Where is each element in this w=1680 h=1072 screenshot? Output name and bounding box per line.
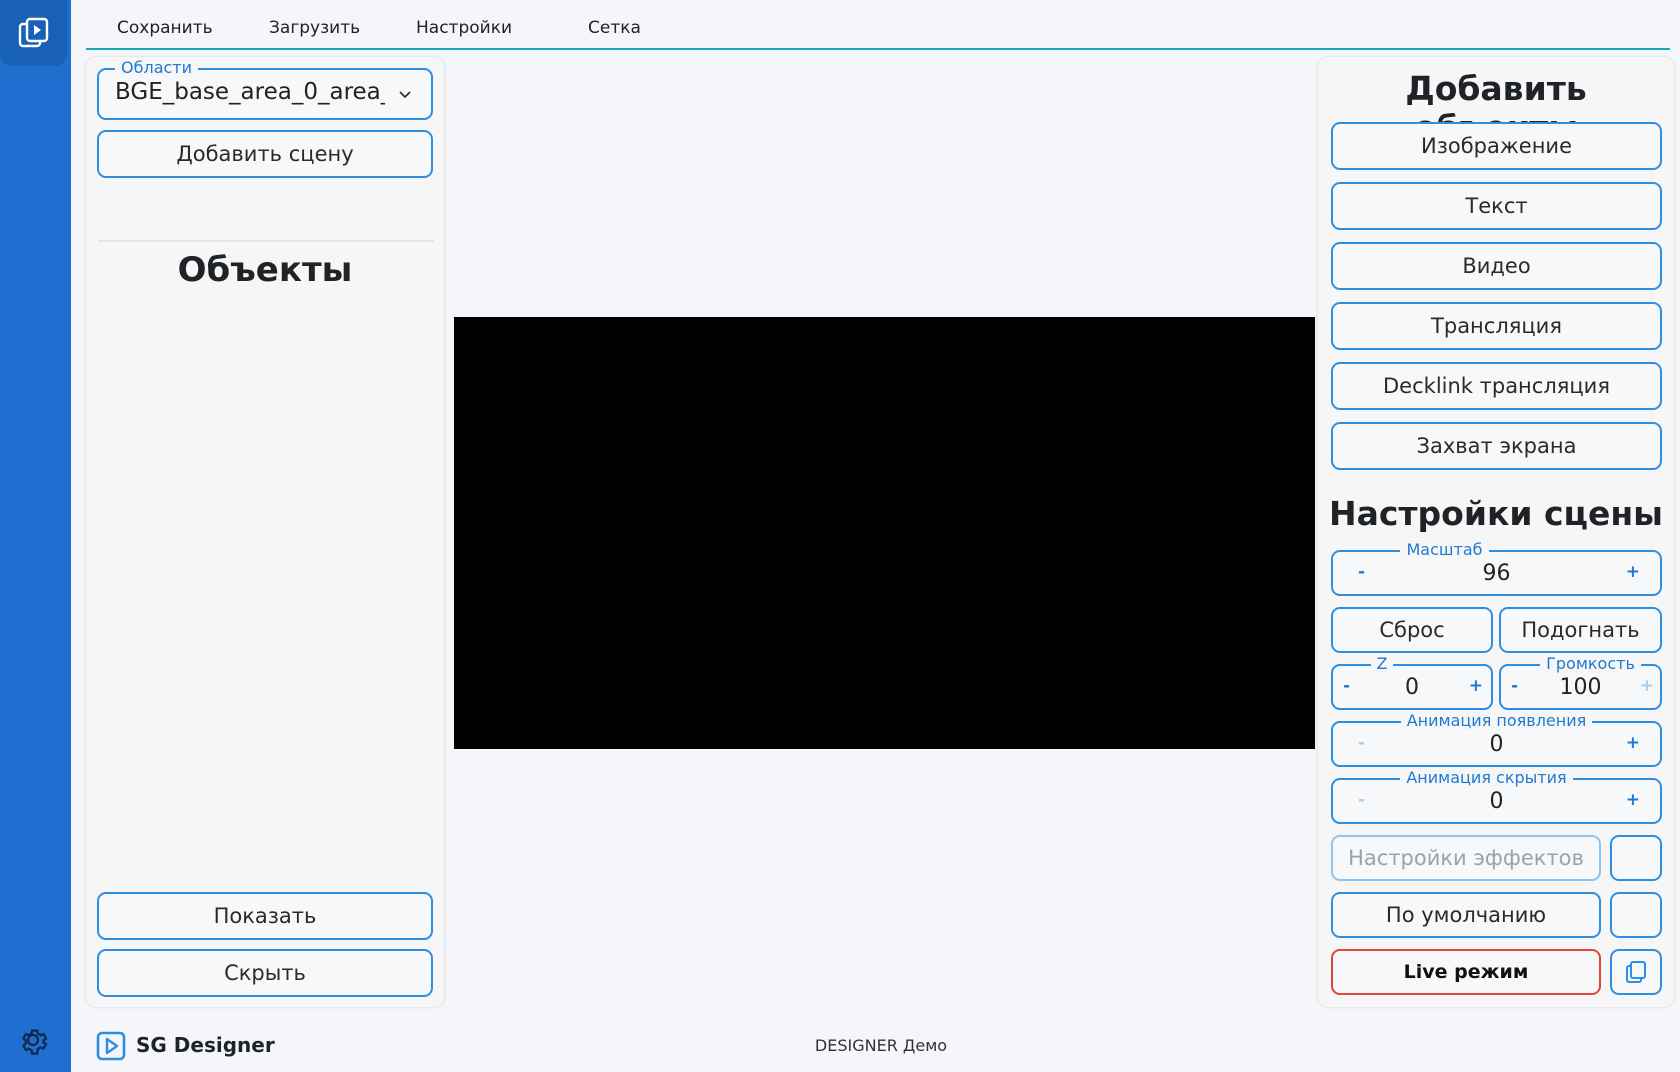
copy-icon xyxy=(1626,961,1646,983)
appear-animation-value: 0 xyxy=(1489,732,1504,757)
scale-label: Масштаб xyxy=(1400,540,1489,559)
brand-name: SG Designer xyxy=(136,1033,275,1057)
menu-grid[interactable]: Сетка xyxy=(588,18,641,38)
scale-value: 96 xyxy=(1482,561,1511,586)
add-image-button[interactable]: Изображение xyxy=(1331,122,1662,170)
properties-panel: Добавить объекты Изображение Текст Видео… xyxy=(1318,57,1674,1007)
hide-animation-spinbox[interactable]: Анимация скрытия - 0 + xyxy=(1331,768,1662,824)
volume-increment-button[interactable]: + xyxy=(1640,676,1654,696)
volume-label: Громкость xyxy=(1540,654,1641,673)
scene-preview-canvas[interactable] xyxy=(454,317,1315,749)
add-stream-button[interactable]: Трансляция xyxy=(1331,302,1662,350)
volume-value: 100 xyxy=(1559,675,1602,700)
app-rail xyxy=(0,0,71,1072)
gear-icon[interactable] xyxy=(16,1023,50,1057)
objects-title: Объекты xyxy=(177,250,353,290)
default-extra-button[interactable] xyxy=(1610,892,1662,938)
status-text: DESIGNER Демо xyxy=(814,1036,948,1055)
add-scene-button[interactable]: Добавить сцену xyxy=(97,130,433,178)
chevron-down-icon[interactable] xyxy=(397,86,413,102)
fit-button[interactable]: Подогнать xyxy=(1499,607,1662,653)
z-spinbox[interactable]: Z - 0 + xyxy=(1331,654,1493,710)
copy-button[interactable] xyxy=(1610,949,1662,995)
scale-increment-button[interactable]: + xyxy=(1626,562,1640,582)
hide-button[interactable]: Скрыть xyxy=(97,949,433,997)
app-logo-icon xyxy=(96,1031,126,1061)
areas-combobox[interactable]: Области BGE_base_area_0_area_( xyxy=(97,58,433,120)
areas-label: Области xyxy=(115,58,199,77)
z-increment-button[interactable]: + xyxy=(1469,676,1483,696)
z-value: 0 xyxy=(1405,675,1419,700)
scene-settings-title: Настройки сцены xyxy=(1328,494,1664,533)
areas-value: BGE_base_area_0_area_( xyxy=(115,79,385,105)
appear-animation-label: Анимация появления xyxy=(1400,711,1593,730)
default-button[interactable]: По умолчанию xyxy=(1331,892,1601,938)
hide-animation-label: Анимация скрытия xyxy=(1400,768,1573,787)
menu-load[interactable]: Загрузить xyxy=(269,18,360,38)
effects-extra-button[interactable] xyxy=(1610,835,1662,881)
add-decklink-button[interactable]: Decklink трансляция xyxy=(1331,362,1662,410)
divider xyxy=(98,240,434,242)
live-mode-button[interactable]: Live режим xyxy=(1331,949,1601,995)
hide-animation-increment-button[interactable]: + xyxy=(1626,790,1640,810)
add-screen-capture-button[interactable]: Захват экрана xyxy=(1331,422,1662,470)
scale-spinbox[interactable]: Масштаб - 96 + xyxy=(1331,540,1662,596)
effects-settings-button[interactable]: Настройки эффектов xyxy=(1331,835,1601,881)
z-label: Z xyxy=(1370,654,1394,673)
play-copy-icon xyxy=(18,17,48,48)
show-button[interactable]: Показать xyxy=(97,892,433,940)
menu-save[interactable]: Сохранить xyxy=(117,18,213,38)
volume-spinbox[interactable]: Громкость - 100 + xyxy=(1499,654,1662,710)
app-logo-button[interactable] xyxy=(0,0,67,66)
appear-animation-spinbox[interactable]: Анимация появления - 0 + xyxy=(1331,711,1662,767)
appear-animation-increment-button[interactable]: + xyxy=(1626,733,1640,753)
hide-animation-value: 0 xyxy=(1489,789,1504,814)
add-text-button[interactable]: Текст xyxy=(1331,182,1662,230)
add-video-button[interactable]: Видео xyxy=(1331,242,1662,290)
menu-bar: Сохранить Загрузить Настройки Сетка xyxy=(86,0,1670,50)
menu-settings[interactable]: Настройки xyxy=(416,18,512,38)
reset-button[interactable]: Сброс xyxy=(1331,607,1493,653)
scenes-panel: Области BGE_base_area_0_area_( Добавить … xyxy=(86,57,444,1007)
